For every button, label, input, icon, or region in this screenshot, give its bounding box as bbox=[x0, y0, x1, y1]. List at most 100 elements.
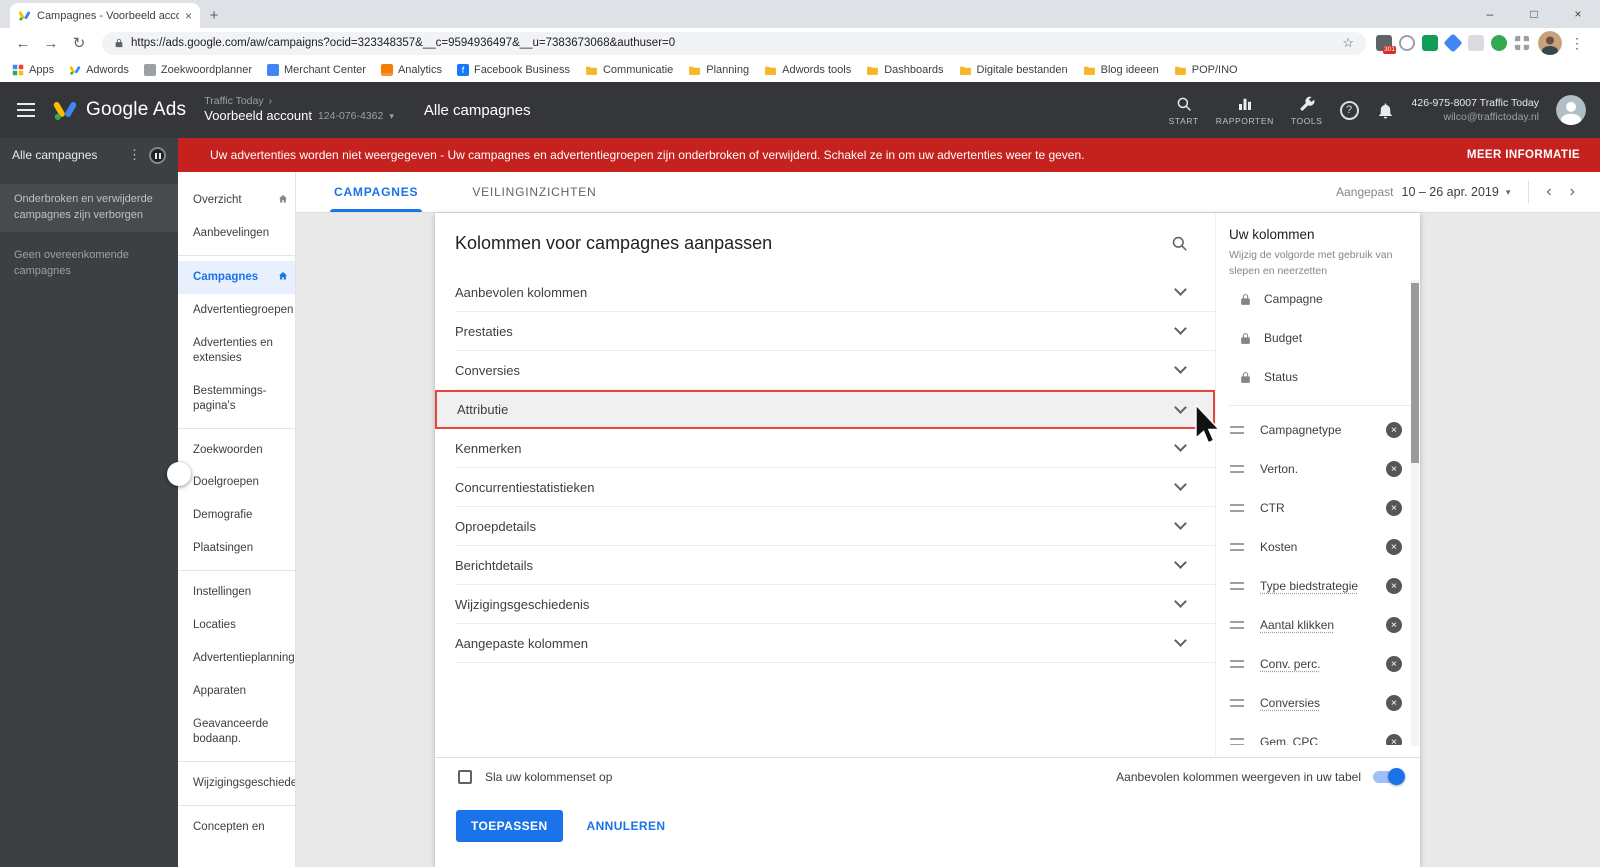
collapse-sidebar-button[interactable] bbox=[167, 462, 191, 486]
window-maximize-button[interactable]: □ bbox=[1512, 0, 1556, 28]
remove-column-icon[interactable]: × bbox=[1386, 422, 1402, 438]
sidebar-item-zoekwoorden[interactable]: Zoekwoorden bbox=[178, 434, 295, 467]
apply-button[interactable]: TOEPASSEN bbox=[456, 810, 563, 842]
hamburger-menu-icon[interactable] bbox=[0, 103, 52, 117]
sidebar-item-locaties[interactable]: Locaties bbox=[178, 609, 295, 642]
bookmark-folder[interactable]: Blog ideeen bbox=[1083, 64, 1159, 77]
bookmark-folder[interactable]: Dashboards bbox=[866, 64, 944, 77]
column-item[interactable]: Kosten × bbox=[1229, 528, 1402, 567]
start-search-button[interactable]: START bbox=[1169, 95, 1199, 126]
remove-column-icon[interactable]: × bbox=[1386, 734, 1402, 745]
breadcrumb-root[interactable]: Traffic Today bbox=[204, 95, 263, 108]
sidebar-item-advertentieplanning[interactable]: Advertentieplanning bbox=[178, 642, 295, 675]
extension-icon[interactable]: 301 bbox=[1376, 35, 1396, 54]
drag-handle-icon[interactable] bbox=[1230, 426, 1244, 434]
bookmark-item[interactable]: Adwords bbox=[69, 64, 129, 76]
bookmark-item[interactable]: f Facebook Business bbox=[456, 64, 570, 76]
remove-column-icon[interactable]: × bbox=[1386, 617, 1402, 633]
chevron-down-icon[interactable]: ▾ bbox=[389, 111, 394, 122]
column-item[interactable]: Gem. CPC × bbox=[1229, 723, 1402, 745]
bookmark-item[interactable]: Zoekwoordplanner bbox=[143, 64, 252, 76]
extension-icon[interactable] bbox=[1514, 35, 1530, 51]
section-berichtdetails[interactable]: Berichtdetails bbox=[455, 546, 1215, 585]
bookmark-folder[interactable]: Adwords tools bbox=[764, 64, 851, 77]
tab-close-icon[interactable]: × bbox=[185, 9, 192, 23]
drag-handle-icon[interactable] bbox=[1230, 465, 1244, 473]
refresh-button[interactable]: ↻ bbox=[66, 34, 92, 52]
remove-column-icon[interactable]: × bbox=[1386, 578, 1402, 594]
bookmark-folder[interactable]: Digitale bestanden bbox=[959, 64, 1068, 77]
bookmark-folder[interactable]: POP/INO bbox=[1174, 64, 1238, 77]
extension-icon[interactable] bbox=[1491, 35, 1507, 51]
browser-profile-avatar[interactable] bbox=[1538, 31, 1562, 55]
next-period-button[interactable]: › bbox=[1561, 183, 1584, 201]
drag-handle-icon[interactable] bbox=[1230, 660, 1244, 668]
search-icon[interactable] bbox=[1170, 234, 1189, 253]
section-aanbevolen-kolommen[interactable]: Aanbevolen kolommen bbox=[455, 273, 1215, 312]
column-item[interactable]: Campagnetype × bbox=[1229, 411, 1402, 450]
chevron-down-icon[interactable]: ▾ bbox=[1506, 187, 1511, 198]
browser-menu-icon[interactable]: ⋮ bbox=[1564, 35, 1590, 52]
sidebar-item-wijzigingsgeschiedenis[interactable]: Wijzigingsgeschieden bbox=[178, 767, 295, 800]
scrollbar-thumb[interactable] bbox=[1411, 283, 1419, 463]
sidebar-item-bestemmingspaginas[interactable]: Bestemmings-pagina's bbox=[178, 375, 295, 423]
bookmark-item[interactable]: Merchant Center bbox=[267, 64, 366, 76]
remove-column-icon[interactable]: × bbox=[1386, 656, 1402, 672]
section-prestaties[interactable]: Prestaties bbox=[455, 312, 1215, 351]
column-item[interactable]: Conv. perc. × bbox=[1229, 645, 1402, 684]
column-item[interactable]: CTR × bbox=[1229, 489, 1402, 528]
campaigns-panel-title[interactable]: Alle campagnes bbox=[12, 148, 120, 162]
remove-column-icon[interactable]: × bbox=[1386, 695, 1402, 711]
user-avatar[interactable] bbox=[1556, 95, 1586, 125]
extension-icon[interactable] bbox=[1443, 33, 1463, 53]
remove-column-icon[interactable]: × bbox=[1386, 461, 1402, 477]
drag-handle-icon[interactable] bbox=[1230, 738, 1244, 745]
notifications-bell-icon[interactable] bbox=[1376, 101, 1395, 120]
account-breadcrumb[interactable]: Traffic Today › Voorbeeld account 124-07… bbox=[204, 95, 394, 124]
extension-icon[interactable] bbox=[1399, 35, 1415, 51]
sidebar-item-concepten[interactable]: Concepten en bbox=[178, 811, 295, 844]
sidebar-item-overzicht[interactable]: Overzicht bbox=[178, 184, 295, 217]
sidebar-item-apparaten[interactable]: Apparaten bbox=[178, 675, 295, 708]
sidebar-item-campagnes[interactable]: Campagnes bbox=[178, 260, 295, 294]
tab-campagnes[interactable]: CAMPAGNES bbox=[330, 172, 423, 212]
more-info-link[interactable]: MEER INFORMATIE bbox=[1467, 149, 1580, 161]
drag-handle-icon[interactable] bbox=[1230, 621, 1244, 629]
sidebar-item-geavanceerde-bodaanp[interactable]: Geavanceerde bodaanp. bbox=[178, 708, 295, 756]
sidebar-item-demografie[interactable]: Demografie bbox=[178, 499, 295, 532]
reports-button[interactable]: RAPPORTEN bbox=[1216, 95, 1274, 126]
sidebar-item-instellingen[interactable]: Instellingen bbox=[178, 576, 295, 609]
drag-handle-icon[interactable] bbox=[1230, 504, 1244, 512]
panel-menu-icon[interactable]: ⋮ bbox=[128, 147, 141, 163]
extension-icon[interactable] bbox=[1422, 35, 1438, 51]
bookmark-folder[interactable]: Communicatie bbox=[585, 64, 673, 77]
help-icon[interactable]: ? bbox=[1339, 100, 1359, 120]
section-attributie[interactable]: Attributie bbox=[435, 390, 1215, 429]
tools-button[interactable]: TOOLS bbox=[1291, 95, 1323, 126]
date-range-value[interactable]: 10 – 26 apr. 2019 bbox=[1402, 185, 1499, 199]
sidebar-item-plaatsingen[interactable]: Plaatsingen bbox=[178, 532, 295, 565]
tab-veilinginzichten[interactable]: VEILINGINZICHTEN bbox=[468, 172, 600, 212]
recommended-columns-toggle[interactable] bbox=[1373, 767, 1405, 785]
bookmark-folder[interactable]: Planning bbox=[688, 64, 749, 77]
section-kenmerken[interactable]: Kenmerken bbox=[455, 429, 1215, 468]
extension-icon[interactable] bbox=[1468, 35, 1484, 51]
sidebar-item-advertentiegroepen[interactable]: Advertentiegroepen bbox=[178, 294, 295, 327]
section-concurrentiestatistieken[interactable]: Concurrentiestatistieken bbox=[455, 468, 1215, 507]
save-column-set-checkbox[interactable] bbox=[458, 769, 472, 784]
sidebar-item-aanbevelingen[interactable]: Aanbevelingen bbox=[178, 217, 295, 250]
drag-handle-icon[interactable] bbox=[1230, 543, 1244, 551]
column-item[interactable]: Conversies × bbox=[1229, 684, 1402, 723]
bookmark-item[interactable]: Analytics bbox=[380, 64, 442, 76]
google-ads-logo[interactable]: Google Ads bbox=[52, 97, 186, 123]
browser-tab[interactable]: Campagnes - Voorbeeld account × bbox=[10, 3, 200, 28]
drag-handle-icon[interactable] bbox=[1230, 582, 1244, 590]
url-bar[interactable]: https://ads.google.com/aw/campaigns?ocid… bbox=[102, 31, 1366, 55]
bookmark-star-icon[interactable]: ☆ bbox=[1342, 35, 1354, 51]
cancel-button[interactable]: ANNULEREN bbox=[575, 810, 678, 842]
section-aangepaste-kolommen[interactable]: Aangepaste kolommen bbox=[455, 624, 1215, 663]
drag-handle-icon[interactable] bbox=[1230, 699, 1244, 707]
previous-period-button[interactable]: ‹ bbox=[1537, 183, 1560, 201]
remove-column-icon[interactable]: × bbox=[1386, 500, 1402, 516]
column-item[interactable]: Verton. × bbox=[1229, 450, 1402, 489]
